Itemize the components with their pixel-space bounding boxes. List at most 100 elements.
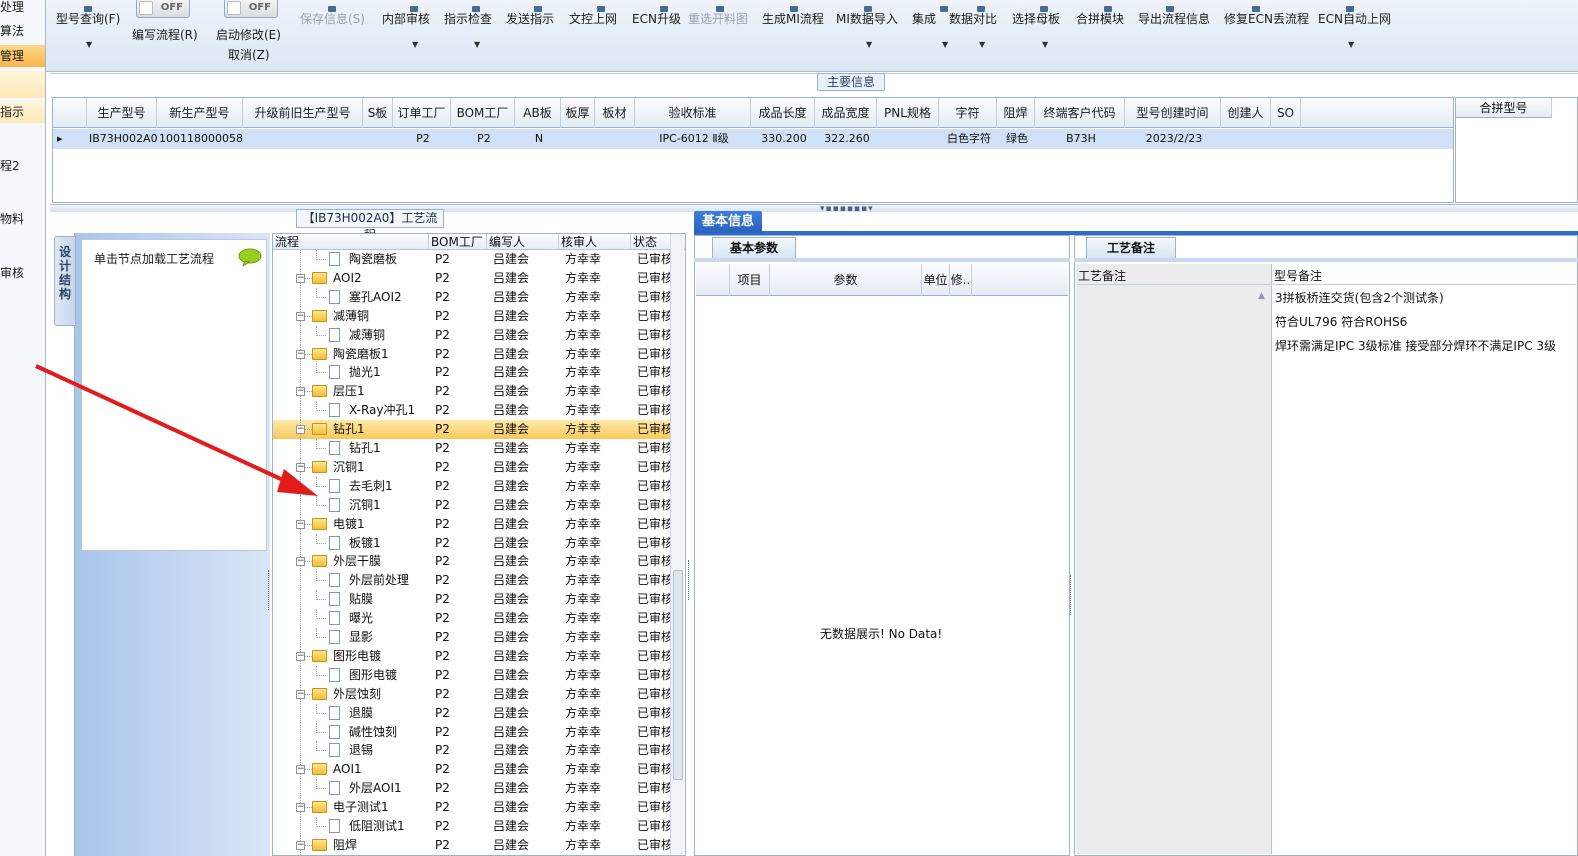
table-cell[interactable]	[365, 129, 393, 149]
toolbar-button[interactable]: MI数据导入 ▼	[836, 6, 898, 49]
nav-item[interactable]: 管理	[0, 45, 45, 67]
chevron-down-icon[interactable]: ▼	[979, 40, 985, 49]
column-header[interactable]: 修..	[950, 264, 972, 296]
toolbar-button-sublabel[interactable]: 取消(Z)	[216, 46, 281, 63]
tree-row[interactable]: − 减薄铜 P2 吕建会 方幸幸 已审核	[273, 306, 673, 326]
tree-row[interactable]: − 图形电镀 P2 吕建会 方幸幸 已审核	[273, 646, 673, 666]
collapse-icon[interactable]: −	[296, 651, 305, 661]
toolbar-button[interactable]: 启动修改(E) 取消(Z)	[216, 26, 281, 63]
table-cell[interactable]: 2023/2/23	[1127, 129, 1221, 149]
vertical-splitter-grip[interactable]	[1070, 575, 1076, 615]
tree-row[interactable]: 退膜 P2 吕建会 方幸幸 已审核	[273, 703, 673, 723]
column-header[interactable]: 流程	[273, 234, 429, 250]
tree-row[interactable]: 陶瓷磨板 P2 吕建会 方幸幸 已审核	[273, 250, 673, 269]
tree-row[interactable]: 板镀1 P2 吕建会 方幸幸 已审核	[273, 533, 673, 553]
toolbar-button[interactable]: 发送指示	[506, 6, 554, 27]
tree-row[interactable]: 外层前处理 P2 吕建会 方幸幸 已审核	[273, 571, 673, 591]
column-header[interactable]: 核审人	[559, 234, 631, 250]
table-cell[interactable]: IB73H002A0	[89, 129, 157, 149]
vertical-splitter-grip[interactable]	[688, 560, 694, 600]
column-header[interactable]: 订单工厂	[393, 98, 451, 128]
toggle-knob[interactable]	[227, 1, 241, 15]
collapse-icon[interactable]: −	[296, 689, 305, 699]
tree-row[interactable]: − AOI2 P2 吕建会 方幸幸 已审核	[273, 268, 673, 288]
toggle-knob[interactable]	[139, 1, 153, 15]
nav-item[interactable]	[0, 236, 45, 258]
collapse-icon[interactable]: −	[296, 311, 305, 321]
scrollbar-thumb[interactable]	[673, 570, 683, 780]
toolbar-button[interactable]: 修复ECN丢流程	[1224, 6, 1309, 27]
tree-row[interactable]: 塞孔AOI2 P2 吕建会 方幸幸 已审核	[273, 287, 673, 307]
tree-row[interactable]: 显影 P2 吕建会 方幸幸 已审核	[273, 628, 673, 647]
vertical-splitter-grip[interactable]	[268, 570, 274, 610]
collapse-icon[interactable]: −	[296, 425, 305, 435]
collapse-icon[interactable]: −	[296, 557, 305, 567]
column-header[interactable]: 阻焊	[997, 98, 1035, 128]
collapse-icon[interactable]: −	[296, 387, 305, 397]
table-cell[interactable]: 10011800005801	[159, 129, 243, 149]
column-header[interactable]: 项目	[730, 264, 770, 296]
horizontal-splitter[interactable]	[50, 204, 1578, 212]
tree-row[interactable]: − 钻孔1 P2 吕建会 方幸幸 已审核	[273, 420, 673, 440]
column-header[interactable]: 编写人	[487, 234, 559, 250]
nav-item[interactable]: 指示	[0, 101, 45, 123]
column-header[interactable]: 生产型号	[87, 98, 157, 128]
tree-row[interactable]: − 沉铜1 P2 吕建会 方幸幸 已审核	[273, 457, 673, 477]
collapse-icon[interactable]: −	[296, 349, 305, 359]
tree-row[interactable]: 曝光 P2 吕建会 方幸幸 已审核	[273, 609, 673, 629]
toolbar-button[interactable]: 集成 ▼	[912, 6, 948, 49]
merge-model-header[interactable]: 合拼型号	[1456, 98, 1552, 118]
table-cell[interactable]: 322.260	[817, 129, 877, 149]
tree-row[interactable]: 退锡 P2 吕建会 方幸幸 已审核	[273, 741, 673, 761]
tab-craft-notes[interactable]: 工艺备注	[1086, 237, 1176, 258]
collapse-icon[interactable]: −	[296, 273, 305, 283]
tree-row[interactable]: − 外层蚀刻 P2 吕建会 方幸幸 已审核	[273, 684, 673, 704]
column-header[interactable]: 型号创建时间	[1125, 98, 1221, 128]
tree-row[interactable]: − AOI1 P2 吕建会 方幸幸 已审核	[273, 760, 673, 780]
tree-row[interactable]: − 层压1 P2 吕建会 方幸幸 已审核	[273, 382, 673, 402]
tree-row[interactable]: 钻孔1 P2 吕建会 方幸幸 已审核	[273, 439, 673, 458]
toolbar-button[interactable]: ECN自动上网 ▼	[1318, 6, 1391, 49]
column-header[interactable]: PNL规格	[877, 98, 939, 128]
tab-basic-info[interactable]: 基本信息	[694, 211, 762, 233]
craft-notes-column[interactable]: 工艺备注	[1076, 264, 1272, 854]
table-cell[interactable]	[245, 129, 363, 149]
toolbar-button[interactable]: 生成MI流程	[762, 6, 824, 27]
table-cell[interactable]: IPC-6012 Ⅱ级	[637, 129, 751, 149]
tree-row[interactable]: − 陶瓷磨板1 P2 吕建会 方幸幸 已审核	[273, 344, 673, 364]
splitter-grip-icon[interactable]: ▾▪▪▪▪▪▪▾	[820, 204, 874, 214]
tree-row[interactable]: − 电子测试1 P2 吕建会 方幸幸 已审核	[273, 798, 673, 818]
tab-basic-params[interactable]: 基本参数	[712, 237, 796, 258]
chevron-down-icon[interactable]: ▼	[866, 40, 872, 49]
toolbar-button[interactable]: 指示检查 ▼	[444, 6, 492, 49]
column-header[interactable]: 状态	[631, 234, 673, 250]
tree-row[interactable]: − 电镀1 P2 吕建会 方幸幸 已审核	[273, 514, 673, 534]
tree-row[interactable]: 图形电镀 P2 吕建会 方幸幸 已审核	[273, 665, 673, 685]
column-header[interactable]: 成品长度	[751, 98, 815, 128]
table-cell[interactable]: 330.200	[753, 129, 815, 149]
collapse-icon[interactable]: −	[296, 840, 305, 850]
table-cell[interactable]: P2	[395, 129, 451, 149]
toolbar-button[interactable]: ECN升级	[632, 6, 681, 27]
chevron-down-icon[interactable]: ▼	[86, 40, 92, 49]
table-cell[interactable]: 白色字符	[941, 129, 997, 149]
collapse-icon[interactable]: −	[296, 462, 305, 472]
toolbar-button[interactable]: 选择母板 ▼	[1012, 6, 1060, 49]
chevron-down-icon[interactable]: ▼	[1042, 40, 1048, 49]
table-cell[interactable]: N	[517, 129, 561, 149]
toolbar-button[interactable]: 导出流程信息	[1138, 6, 1210, 27]
toolbar-button[interactable]: 合拼模块	[1076, 6, 1124, 27]
tree-row[interactable]: 沉铜1 P2 吕建会 方幸幸 已审核	[273, 495, 673, 515]
toolbar-button[interactable]: 数据对比 ▼	[949, 6, 997, 49]
chevron-down-icon[interactable]: ▼	[942, 40, 948, 49]
tree-row[interactable]: 贴膜 P2 吕建会 方幸幸 已审核	[273, 590, 673, 610]
toggle-switch[interactable]: OFF	[136, 0, 190, 18]
table-cell[interactable]: 绿色	[999, 129, 1035, 149]
column-header[interactable]: 终端客户代码	[1035, 98, 1125, 128]
collapse-icon[interactable]: −	[296, 519, 305, 529]
collapse-icon[interactable]: −	[296, 803, 305, 813]
nav-item[interactable]: 物料	[0, 208, 45, 230]
column-header[interactable]: 创建人	[1221, 98, 1271, 128]
nav-item[interactable]: 程2	[0, 155, 45, 177]
tree-row[interactable]: − 阻焊 P2 吕建会 方幸幸 已审核	[273, 835, 673, 855]
